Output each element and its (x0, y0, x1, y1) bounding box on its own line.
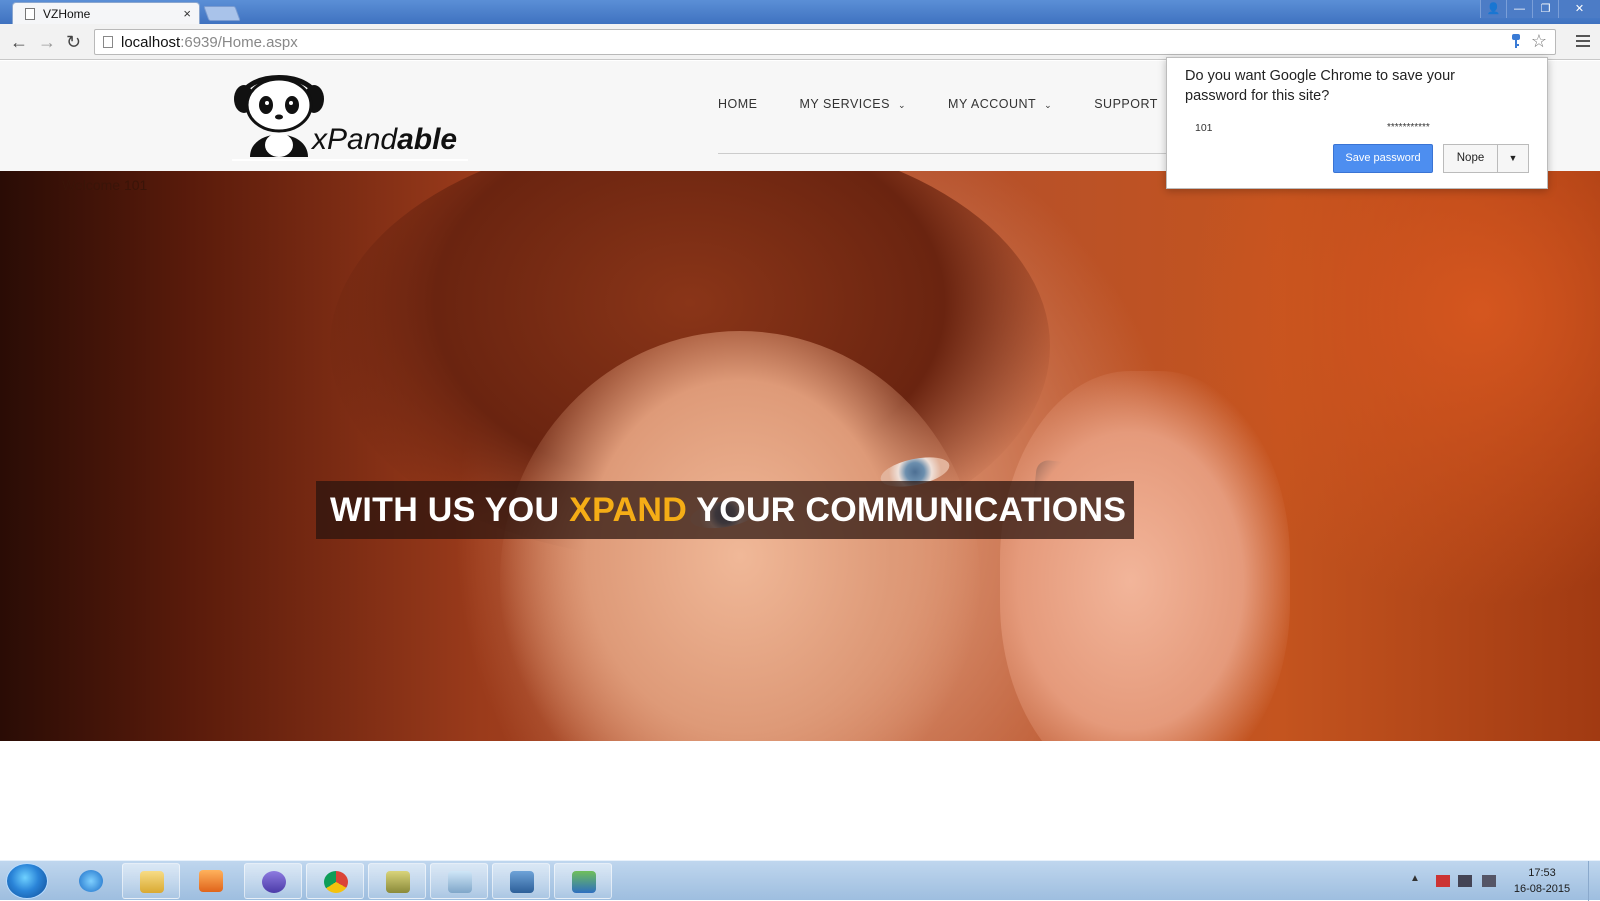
welcome-text: Welcome 101 (62, 177, 148, 193)
tab-title: VZHome (43, 7, 91, 21)
logo-underline (232, 159, 468, 161)
page-icon (103, 36, 113, 48)
nav-my-account[interactable]: MY ACCOUNT ⌄ (948, 97, 1052, 111)
browser-title-bar: VZHome × 👤 — ❐ ✕ (0, 0, 1600, 24)
nav-divider (718, 153, 1178, 154)
windows-taskbar: ▲ 17:53 16-08-2015 (0, 860, 1600, 901)
chevron-down-icon: ⌄ (1044, 100, 1053, 110)
close-window-button[interactable]: ✕ (1558, 0, 1600, 18)
browser-tab[interactable]: VZHome × (12, 2, 200, 24)
key-icon[interactable] (1511, 33, 1521, 49)
hero-headline: WITH US YOU XPAND YOUR COMMUNICATIONS (330, 491, 1127, 529)
saved-username: 101 (1195, 122, 1213, 134)
security-icon[interactable] (554, 863, 612, 899)
visual-studio-icon[interactable] (244, 863, 302, 899)
save-password-question: Do you want Google Chrome to save your p… (1185, 68, 1455, 104)
show-desktop-button[interactable] (1588, 861, 1600, 901)
forward-arrow-icon[interactable]: → (38, 32, 56, 53)
action-center-icon[interactable] (1436, 875, 1450, 887)
url-text[interactable]: localhost:6939/Home.aspx (121, 34, 298, 51)
reload-icon[interactable]: ↻ (66, 32, 81, 53)
options-dropdown-button[interactable]: ▼ (1497, 144, 1529, 173)
tab-close-icon[interactable]: × (183, 6, 191, 21)
save-password-button[interactable]: Save password (1333, 144, 1433, 173)
remote-desktop-icon[interactable] (492, 863, 550, 899)
window-controls: 👤 — ❐ ✕ (1480, 0, 1600, 18)
saved-password-mask: *********** (1387, 122, 1430, 133)
nav-support[interactable]: SUPPORT (1094, 97, 1158, 111)
bookmark-star-icon[interactable]: ☆ (1531, 31, 1547, 52)
user-profile-icon[interactable]: 👤 (1480, 0, 1506, 18)
internet-explorer-icon[interactable] (62, 863, 120, 899)
start-button[interactable] (6, 863, 48, 899)
main-navigation: HOME MY SERVICES ⌄ MY ACCOUNT ⌄ SUPPORT (718, 97, 1200, 111)
nav-home[interactable]: HOME (718, 97, 758, 111)
media-player-icon[interactable] (182, 863, 240, 899)
new-tab-button[interactable] (203, 6, 241, 21)
nope-button[interactable]: Nope (1443, 144, 1498, 173)
tools-icon[interactable] (368, 863, 426, 899)
hero-banner: Welcome 101 WITH US YOU XPAND YOUR COMMU… (0, 171, 1600, 741)
hero-photo-hand (1000, 371, 1290, 741)
tray-expand-icon[interactable]: ▲ (1410, 873, 1420, 884)
file-explorer-icon[interactable] (122, 863, 180, 899)
page-favicon-icon (25, 8, 35, 20)
address-bar[interactable]: localhost:6939/Home.aspx ☆ (94, 29, 1556, 55)
nav-my-services[interactable]: MY SERVICES ⌄ (800, 97, 907, 111)
minimize-button[interactable]: — (1506, 0, 1532, 18)
chevron-down-icon: ⌄ (898, 100, 907, 110)
chrome-icon[interactable] (306, 863, 364, 899)
restore-button[interactable]: ❐ (1532, 0, 1558, 18)
clock-time: 17:53 (1528, 867, 1556, 879)
back-arrow-icon[interactable]: ← (10, 32, 28, 53)
save-password-dialog: Do you want Google Chrome to save your p… (1166, 57, 1548, 189)
notepad-icon[interactable] (430, 863, 488, 899)
clock-date: 16-08-2015 (1513, 883, 1571, 895)
hero-headline-box: WITH US YOU XPAND YOUR COMMUNICATIONS (316, 481, 1134, 539)
logo-wordmark: xPandable (312, 123, 458, 156)
browser-toolbar: ← → ↻ localhost:6939/Home.aspx ☆ (0, 24, 1600, 60)
taskbar-clock[interactable]: 17:53 16-08-2015 (1510, 865, 1574, 897)
volume-muted-icon[interactable] (1482, 875, 1496, 887)
network-icon[interactable] (1458, 875, 1472, 887)
site-logo[interactable]: xPandable (232, 61, 472, 161)
chrome-menu-icon[interactable] (1576, 32, 1590, 50)
